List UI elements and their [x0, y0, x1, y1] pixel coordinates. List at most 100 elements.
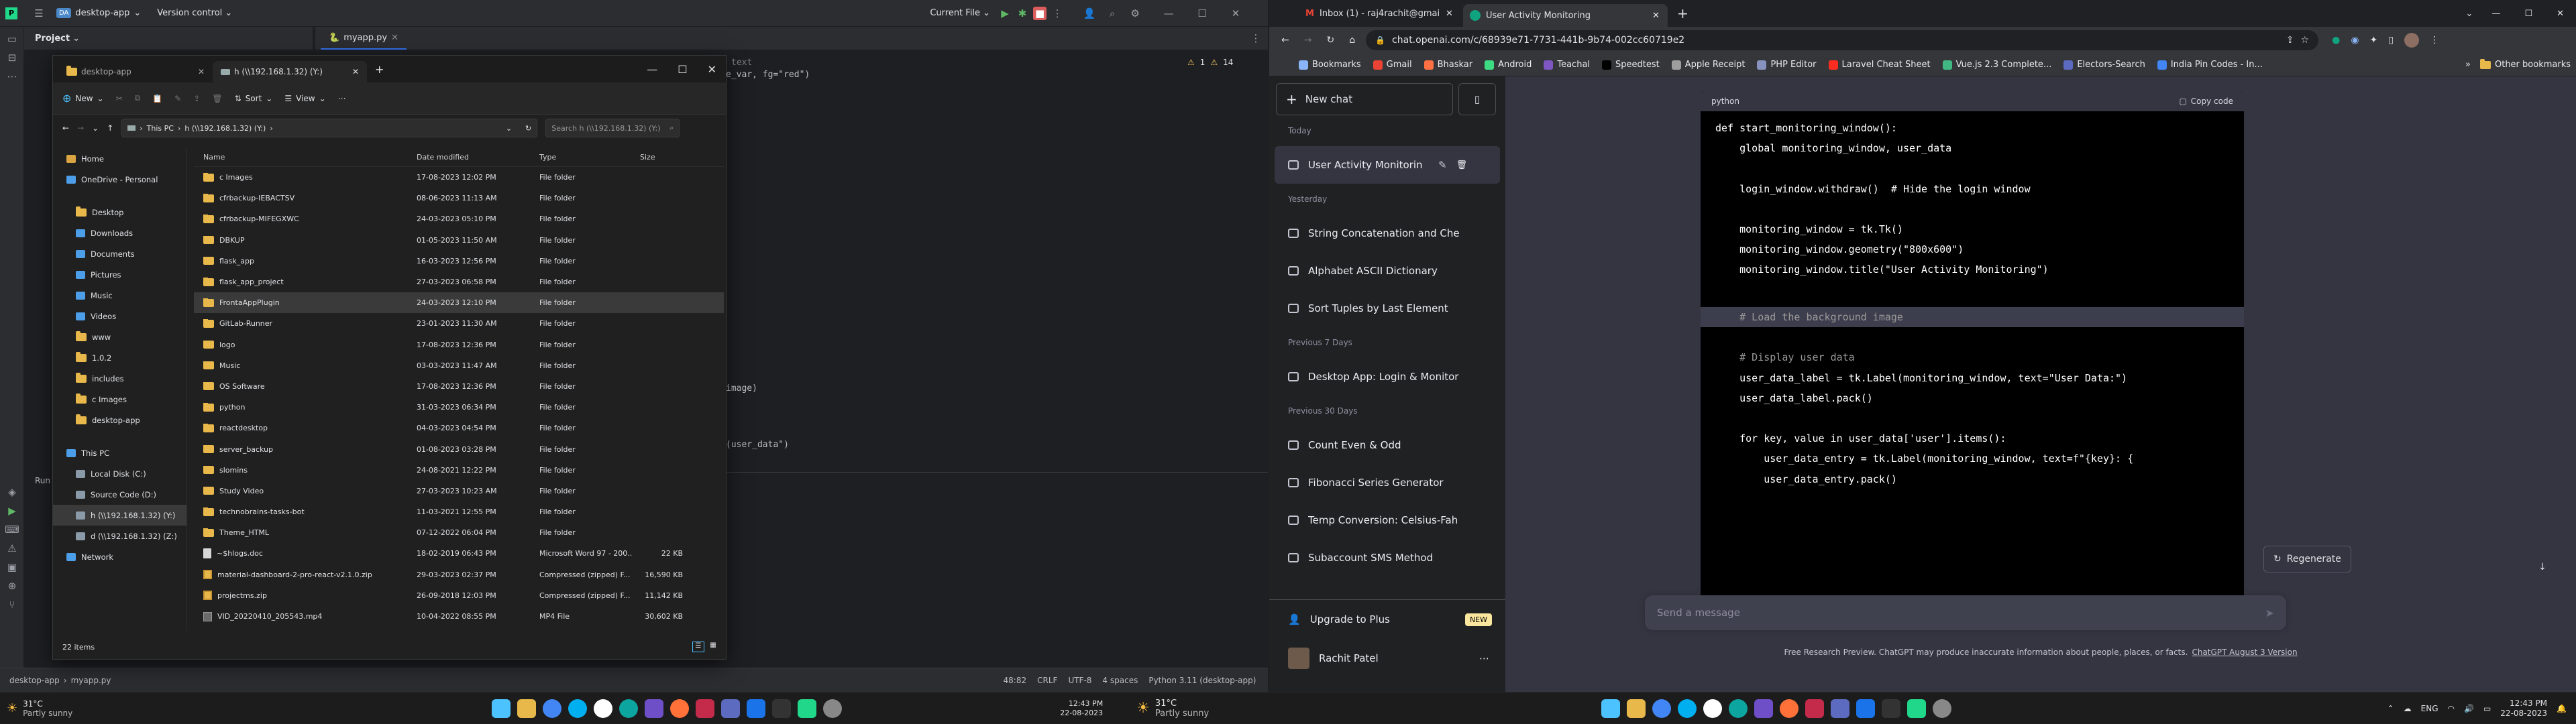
up-icon[interactable]: ↑: [107, 123, 113, 133]
recent-icon[interactable]: ⌄: [92, 123, 99, 133]
more-icon[interactable]: ⋮: [1051, 7, 1064, 20]
nav-item[interactable]: www: [53, 326, 186, 347]
history-item[interactable]: Subaccount SMS Method: [1269, 539, 1505, 577]
file-row[interactable]: slomins 24-08-2021 12:22 PM File folder: [194, 460, 724, 481]
bookmark-star-icon[interactable]: ☆: [2301, 35, 2310, 46]
tab-close-icon[interactable]: ✕: [198, 67, 205, 76]
edge-icon[interactable]: [619, 699, 639, 718]
github-icon[interactable]: [594, 699, 613, 718]
clock-right[interactable]: 12:43 PM 22-08-2023: [2500, 699, 2547, 719]
sort-button[interactable]: ⇅ Sort ⌄: [235, 94, 273, 103]
file-row[interactable]: FrontaAppPlugin 24-03-2023 12:10 PM File f…: [194, 292, 724, 314]
column-name[interactable]: Name: [194, 153, 409, 162]
account-icon[interactable]: 👤: [1083, 7, 1096, 20]
run-icon[interactable]: ▶: [998, 7, 1012, 20]
status-breadcrumb-file[interactable]: myapp.py: [71, 676, 111, 685]
bookmark-item[interactable]: PHP Editor: [1757, 60, 1817, 70]
breadcrumb-drive[interactable]: h (\\192.168.1.32) (Y:): [184, 124, 266, 133]
scroll-down-icon[interactable]: ↓: [2538, 562, 2546, 572]
tab-search-icon[interactable]: ⌄: [2466, 9, 2473, 19]
code-content[interactable]: def start_monitoring_window(): global mo…: [1701, 111, 2244, 489]
omnibox[interactable]: 🔒 chat.openai.com/c/68939e71-7731-441b-9…: [1366, 30, 2319, 50]
chrome-menu-icon[interactable]: ⋮: [2430, 35, 2439, 46]
maps-icon[interactable]: [1856, 699, 1876, 718]
minimize-icon[interactable]: —: [2491, 9, 2500, 19]
nav-item[interactable]: Documents: [53, 243, 186, 264]
file-row[interactable]: VID_20220410_205543.mp4 10-04-2022 08:55 …: [194, 606, 724, 627]
skype-icon[interactable]: [568, 699, 588, 718]
nav-item[interactable]: Home: [53, 148, 186, 169]
new-button[interactable]: ⊕ New ⌄: [62, 92, 104, 105]
breadcrumb-this-pc[interactable]: This PC: [147, 124, 174, 133]
file-row[interactable]: logo 17-08-2023 12:36 PM File folder: [194, 335, 724, 355]
bookmark-item[interactable]: Bhaskar: [1424, 60, 1472, 70]
nav-item[interactable]: OneDrive - Personal: [53, 169, 186, 190]
refresh-icon[interactable]: ↻: [525, 124, 531, 133]
copy-code-button[interactable]: ▢ Copy code: [2179, 97, 2233, 106]
nav-item[interactable]: h (\\192.168.1.32) (Y:): [53, 505, 186, 526]
bookmark-item[interactable]: India Pin Codes - In...: [2157, 60, 2263, 70]
github-icon[interactable]: [1703, 699, 1723, 718]
bookmark-item[interactable]: Bookmarks: [1299, 60, 1361, 70]
file-row[interactable]: OS Software 17-08-2023 12:36 PM File folde…: [194, 376, 724, 397]
nav-item[interactable]: Music: [53, 285, 186, 306]
python-packages-icon[interactable]: ◈: [5, 485, 19, 499]
file-row[interactable]: cfrbackup-IEBACTSV 08-06-2023 11:13 AM Fil…: [194, 188, 724, 208]
status-position[interactable]: 48:82: [1004, 676, 1027, 685]
back-icon[interactable]: ←: [62, 123, 69, 133]
stop-icon[interactable]: ■: [1033, 6, 1047, 20]
onedrive-icon[interactable]: ☁: [2404, 704, 2412, 713]
file-row[interactable]: python 31-03-2023 06:34 PM File folder: [194, 397, 724, 418]
paste-icon[interactable]: 📋: [152, 94, 162, 103]
file-explorer-icon[interactable]: [517, 699, 537, 718]
upgrade-button[interactable]: 👤 Upgrade to Plus NEW: [1269, 600, 1505, 639]
history-item[interactable]: Alphabet ASCII Dictionary: [1269, 252, 1505, 290]
cut-icon[interactable]: ✂: [116, 94, 123, 103]
run-tool-icon[interactable]: ▶: [5, 504, 19, 518]
weather-widget[interactable]: ☀ 31°C Partly sunny: [7, 699, 72, 718]
wifi-icon[interactable]: ◠: [2448, 704, 2455, 713]
language-indicator[interactable]: ENG: [2421, 704, 2438, 713]
address-bar[interactable]: › This PC › h (\\192.168.1.32) (Y:) › ⌄ ↻: [121, 119, 538, 137]
terminal-icon[interactable]: [772, 699, 792, 718]
delete-icon[interactable]: 🗑: [1456, 160, 1468, 170]
more-bookmarks-icon[interactable]: »: [2465, 60, 2471, 70]
nav-item[interactable]: d (\\192.168.1.32) (Z:): [53, 526, 186, 546]
bookmark-item[interactable]: Vue.js 2.3 Complete...: [1942, 60, 2051, 70]
window-close-icon[interactable]: ✕: [708, 63, 716, 76]
settings-icon[interactable]: [1933, 699, 1952, 718]
status-line-separator[interactable]: CRLF: [1037, 676, 1057, 685]
volume-icon[interactable]: 🔊: [2464, 704, 2474, 713]
window-maximize-icon[interactable]: ☐: [678, 63, 687, 76]
column-date[interactable]: Date modified: [409, 153, 531, 162]
file-row[interactable]: c Images 17-08-2023 12:02 PM File folder: [194, 167, 724, 188]
nav-item[interactable]: desktop-app: [53, 410, 186, 430]
firefox-icon[interactable]: [670, 699, 690, 718]
delete-icon[interactable]: 🗑: [212, 94, 222, 103]
profile-avatar[interactable]: [2404, 33, 2419, 48]
status-indent[interactable]: 4 spaces: [1102, 676, 1138, 685]
history-item[interactable]: Desktop App: Login & Monitor: [1269, 358, 1505, 396]
problems-icon[interactable]: ⚠: [5, 542, 19, 555]
notification-icon[interactable]: 🔔: [2557, 704, 2567, 713]
services-icon[interactable]: ⊕: [5, 579, 19, 593]
project-panel-title[interactable]: Project: [35, 34, 70, 44]
file-row[interactable]: cfrbackup-MIFEGXWC 24-03-2023 05:10 PM Fil…: [194, 208, 724, 229]
settings-icon[interactable]: ⚙: [1128, 7, 1142, 20]
start-icon[interactable]: [492, 699, 511, 718]
file-row[interactable]: server_backup 01-08-2023 03:28 PM File fol…: [194, 438, 724, 459]
extensions-icon[interactable]: ✦: [2370, 35, 2378, 46]
nav-item[interactable]: Videos: [53, 306, 186, 326]
forward-icon[interactable]: →: [77, 123, 84, 133]
pycharm-icon[interactable]: [1907, 699, 1927, 718]
view-button[interactable]: ☰ View ⌄: [284, 94, 325, 103]
bookmark-item[interactable]: Android: [1485, 60, 1532, 70]
file-row[interactable]: projectms.zip 26-09-2018 12:03 PM Compress…: [194, 585, 724, 606]
tab-close-icon[interactable]: ✕: [391, 33, 398, 43]
history-item[interactable]: Temp Conversion: Celsius-Fah: [1269, 501, 1505, 539]
file-row[interactable]: reactdesktop 04-03-2023 04:54 PM File fold…: [194, 418, 724, 438]
nav-item[interactable]: Local Disk (C:): [53, 463, 186, 484]
nav-item[interactable]: c Images: [53, 389, 186, 410]
battery-icon[interactable]: ▭: [2483, 704, 2491, 713]
debug-icon[interactable]: ✱: [1016, 7, 1029, 20]
